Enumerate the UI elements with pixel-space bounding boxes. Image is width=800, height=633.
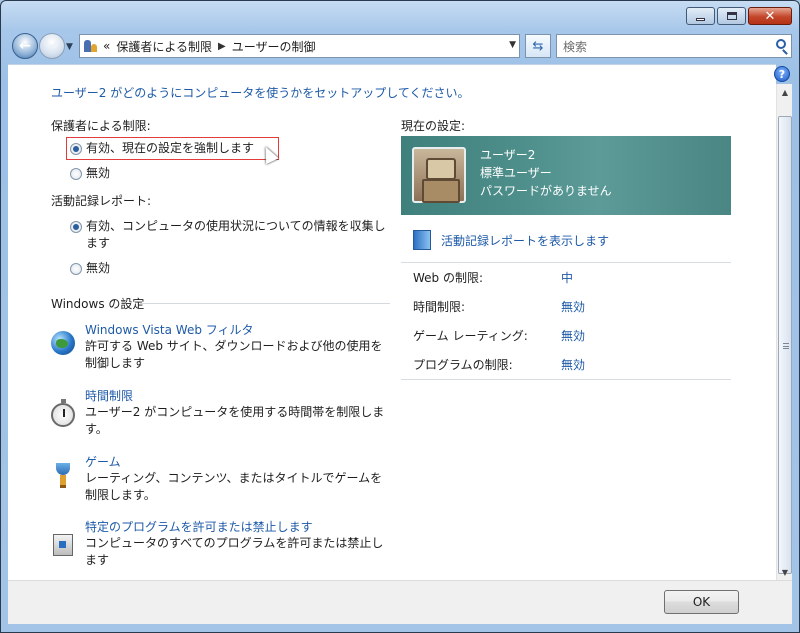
navigation-bar: ← → ▼ « 保護者による制限 ▶ ユーザーの制御 ▼ ⇆ 検索: [8, 30, 792, 62]
trophy-icon: [51, 463, 75, 488]
parental-controls-icon: [83, 38, 99, 54]
grip-icon: [783, 343, 789, 349]
scroll-down-icon[interactable]: ▼: [777, 564, 793, 580]
refresh-icon: ⇆: [532, 38, 544, 54]
user-avatar: [412, 147, 466, 203]
refresh-button[interactable]: ⇆: [525, 34, 551, 58]
settings-row: ゲーム レーティング: 無効: [401, 321, 731, 350]
settings-key: ゲーム レーティング:: [413, 329, 528, 343]
parental-controls-off-radio[interactable]: 無効: [70, 165, 110, 182]
user-account-type: 標準ユーザー: [480, 166, 552, 180]
radio-unchecked-icon[interactable]: [70, 263, 82, 275]
search-placeholder: 検索: [563, 39, 588, 54]
radio-checked-icon[interactable]: [70, 221, 82, 233]
time-limits-link[interactable]: 時間制限: [85, 387, 133, 404]
report-icon: [413, 230, 431, 250]
radio-unchecked-icon[interactable]: [70, 168, 82, 180]
close-button[interactable]: ✕: [748, 7, 792, 25]
search-icon[interactable]: [776, 39, 786, 49]
section-divider: [140, 303, 390, 304]
window-controls: ✕: [686, 7, 792, 25]
minimize-button[interactable]: [686, 7, 715, 25]
intro-text: ユーザー2 がどのようにコンピュータを使うかをセットアップしてください。: [51, 86, 470, 100]
address-dropdown-icon[interactable]: ▼: [509, 40, 516, 50]
vertical-scrollbar[interactable]: ▲ ▼: [776, 84, 792, 580]
program-icon: [51, 532, 75, 556]
activity-reporting-on-radio[interactable]: 有効、コンピュータの使用状況についての情報を収集します: [70, 218, 390, 252]
arrow-right-icon: →: [46, 38, 58, 54]
breadcrumb-parental-controls[interactable]: 保護者による制限: [116, 38, 212, 55]
settings-key: Web の制限:: [413, 271, 484, 285]
settings-value[interactable]: 無効: [561, 356, 585, 373]
maximize-icon: [726, 12, 737, 20]
web-filter-description: 許可する Web サイト、ダウンロードおよび他の使用を制御します: [85, 339, 383, 370]
radio-label: 有効、現在の設定を強制します: [86, 141, 255, 155]
programs-description: コンピュータのすべてのプログラムを許可または禁止します: [85, 536, 384, 567]
user-password-status: パスワードがありません: [480, 184, 612, 198]
breadcrumb-user-controls[interactable]: ユーザーの制御: [232, 38, 316, 55]
maximize-button[interactable]: [717, 7, 746, 25]
radio-checked-icon[interactable]: [70, 143, 82, 155]
scrollbar-thumb[interactable]: [778, 116, 792, 574]
user-name: ユーザー2: [480, 148, 536, 162]
globe-icon: [51, 331, 75, 355]
settings-value[interactable]: 中: [561, 269, 573, 286]
games-link[interactable]: ゲーム: [85, 453, 121, 470]
games-description: レーティング、コンテンツ、またはタイトルでゲームを制限します。: [85, 471, 383, 502]
windows-settings-label: Windows の設定: [51, 297, 145, 311]
current-settings-label: 現在の設定:: [401, 119, 466, 133]
current-settings-table: Web の制限: 中 時間制限: 無効 ゲーム レーティング: 無効 プログラム…: [401, 262, 731, 380]
settings-key: 時間制限:: [413, 300, 466, 314]
address-overflow[interactable]: «: [103, 39, 110, 53]
programs-link[interactable]: 特定のプログラムを許可または禁止します: [85, 518, 313, 535]
radio-label: 有効、コンピュータの使用状況についての情報を収集します: [86, 219, 386, 250]
back-button[interactable]: ←: [12, 33, 38, 59]
ok-button[interactable]: OK: [664, 590, 739, 614]
setting-web-filter: Windows Vista Web フィルタ 許可する Web サイト、ダウンロ…: [51, 321, 391, 373]
help-icon[interactable]: ?: [774, 66, 790, 82]
web-filter-link[interactable]: Windows Vista Web フィルタ: [85, 321, 254, 338]
view-activity-report-link[interactable]: 活動記録レポートを表示します: [441, 232, 609, 249]
activity-reporting-label: 活動記録レポート:: [51, 194, 152, 208]
recent-pages-dropdown[interactable]: ▼: [66, 42, 73, 52]
forward-button[interactable]: →: [39, 33, 65, 59]
user-card: ユーザー2 標準ユーザー パスワードがありません: [401, 136, 731, 215]
setting-time-limits: 時間制限 ユーザー2 がコンピュータを使用する時間帯を制限します。: [51, 387, 391, 439]
settings-row: プログラムの制限: 無効: [401, 350, 731, 379]
settings-key: プログラムの制限:: [413, 358, 513, 372]
minimize-icon: [696, 17, 705, 21]
settings-row: Web の制限: 中: [401, 263, 731, 292]
parental-controls-label: 保護者による制限:: [51, 119, 151, 133]
view-activity-report[interactable]: 活動記録レポートを表示します: [413, 230, 609, 250]
setting-games: ゲーム レーティング、コンテンツ、またはタイトルでゲームを制限します。: [51, 453, 391, 505]
activity-reporting-off-radio[interactable]: 無効: [70, 260, 110, 277]
address-bar[interactable]: « 保護者による制限 ▶ ユーザーの制御 ▼: [79, 34, 520, 58]
arrow-left-icon: ←: [19, 38, 31, 54]
search-input[interactable]: 検索: [556, 34, 792, 58]
setting-programs: 特定のプログラムを許可または禁止します コンピュータのすべてのプログラムを許可ま…: [51, 518, 391, 570]
parental-controls-on-radio[interactable]: 有効、現在の設定を強制します: [70, 140, 254, 157]
breadcrumb-separator-icon[interactable]: ▶: [218, 41, 226, 52]
settings-value[interactable]: 無効: [561, 327, 585, 344]
close-icon: ✕: [764, 8, 776, 24]
radio-label: 無効: [86, 166, 111, 180]
radio-label: 無効: [86, 261, 111, 275]
stopwatch-icon: [51, 399, 75, 427]
time-limits-description: ユーザー2 がコンピュータを使用する時間帯を制限します。: [85, 405, 385, 436]
scroll-up-icon[interactable]: ▲: [777, 84, 793, 100]
settings-value[interactable]: 無効: [561, 298, 585, 315]
settings-row: 時間制限: 無効: [401, 292, 731, 321]
